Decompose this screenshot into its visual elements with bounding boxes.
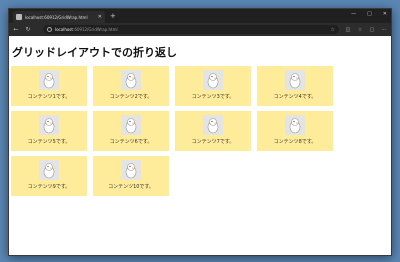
tab-bar: localhost:60912/GridWrap.html ✕ + — □ ✕ (9, 9, 391, 23)
grid-item: コンテンツ6です。 (93, 111, 169, 151)
grid-item-label: コンテンツ5です。 (27, 139, 71, 145)
penguin-icon (203, 115, 223, 135)
back-icon[interactable]: ← (13, 26, 19, 33)
grid-item: コンテンツ4です。 (257, 66, 333, 106)
tab-close-icon[interactable]: ✕ (98, 14, 102, 20)
more-menu-icon[interactable]: ⋯ (381, 27, 387, 33)
penguin-icon (203, 70, 223, 90)
grid-item: コンテンツ5です。 (11, 111, 87, 151)
content-grid: コンテンツ1です。 コンテンツ2です。 コンテンツ3です。 コンテンツ4です。 … (11, 66, 389, 196)
page-title: グリッドレイアウトでの折り返し (12, 46, 177, 59)
grid-item: コンテンツ8です。 (257, 111, 333, 151)
refresh-icon[interactable]: ↻ (25, 26, 31, 33)
grid-item: コンテンツ9です。 (11, 156, 87, 196)
grid-item-label: コンテンツ7です。 (191, 139, 235, 145)
grid-item: コンテンツ7です。 (175, 111, 251, 151)
browser-tab[interactable]: localhost:60912/GridWrap.html ✕ (13, 11, 105, 23)
minimize-button[interactable]: — (351, 11, 356, 17)
penguin-icon (39, 160, 59, 180)
split-screen-icon[interactable]: ◫ (345, 27, 351, 33)
grid-item-label: コンテンツ1です。 (27, 94, 71, 100)
tab-title: localhost:60912/GridWrap.html (25, 14, 88, 20)
grid-item-label: コンテンツ8です。 (273, 139, 317, 145)
grid-item: コンテンツ10です。 (93, 156, 169, 196)
new-tab-button[interactable]: + (110, 12, 116, 20)
maximize-button[interactable]: □ (367, 11, 372, 17)
grid-item: コンテンツ2です。 (93, 66, 169, 106)
favorite-star-icon[interactable]: ☆ (331, 27, 335, 33)
grid-item-label: コンテンツ10です。 (108, 184, 154, 190)
penguin-icon (121, 160, 141, 180)
address-bar[interactable]: localhost :60912/GridWrap.html ☆ (43, 25, 339, 34)
grid-item-label: コンテンツ4です。 (273, 94, 317, 100)
site-info-icon[interactable] (47, 27, 52, 32)
page-content: グリッドレイアウトでの折り返し コンテンツ1です。 コンテンツ2です。 コンテン… (9, 36, 391, 255)
browser-window: localhost:60912/GridWrap.html ✕ + — □ ✕ … (8, 8, 392, 256)
grid-item-label: コンテンツ2です。 (109, 94, 153, 100)
collections-icon[interactable]: ▢ (369, 27, 375, 33)
penguin-icon (285, 115, 305, 135)
close-window-button[interactable]: ✕ (383, 11, 387, 17)
page-favicon-icon (16, 14, 22, 20)
favorites-icon[interactable]: ☆ (357, 27, 363, 33)
grid-item: コンテンツ1です。 (11, 66, 87, 106)
penguin-icon (39, 70, 59, 90)
grid-item-label: コンテンツ3です。 (191, 94, 235, 100)
penguin-icon (121, 115, 141, 135)
grid-item: コンテンツ3です。 (175, 66, 251, 106)
penguin-icon (39, 115, 59, 135)
penguin-icon (285, 70, 305, 90)
browser-toolbar: ← ↻ localhost :60912/GridWrap.html ☆ ◫ ☆… (9, 23, 391, 36)
grid-item-label: コンテンツ9です。 (27, 184, 71, 190)
penguin-icon (121, 70, 141, 90)
address-host: localhost (55, 27, 73, 32)
grid-item-label: コンテンツ6です。 (109, 139, 153, 145)
address-path: :60912/GridWrap.html (72, 27, 118, 32)
window-controls: — □ ✕ (351, 11, 387, 17)
